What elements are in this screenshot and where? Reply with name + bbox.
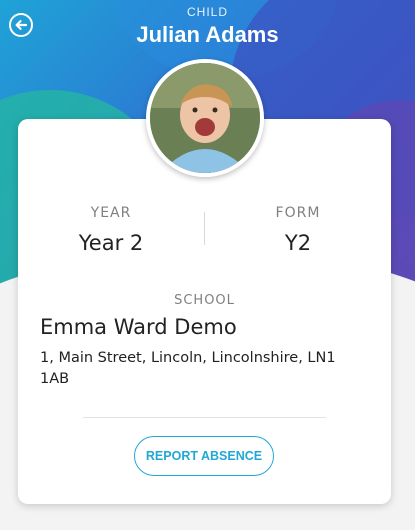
year-section: YEAR Year 2 [18,205,204,255]
year-label: YEAR [90,205,132,221]
child-photo-icon [150,63,260,173]
header-label: CHILD [186,5,228,19]
divider [83,417,326,418]
year-value: Year 2 [78,231,144,255]
child-avatar [146,59,264,177]
school-name: Emma Ward Demo [40,315,237,339]
report-absence-button[interactable]: REPORT ABSENCE [134,436,274,476]
child-name: Julian Adams [136,22,279,47]
form-section: FORM Y2 [205,205,391,255]
form-label: FORM [275,205,321,221]
form-value: Y2 [284,231,312,255]
school-address: 1, Main Street, Lincoln, Lincolnshire, L… [40,350,336,387]
school-label: SCHOOL [174,293,235,308]
